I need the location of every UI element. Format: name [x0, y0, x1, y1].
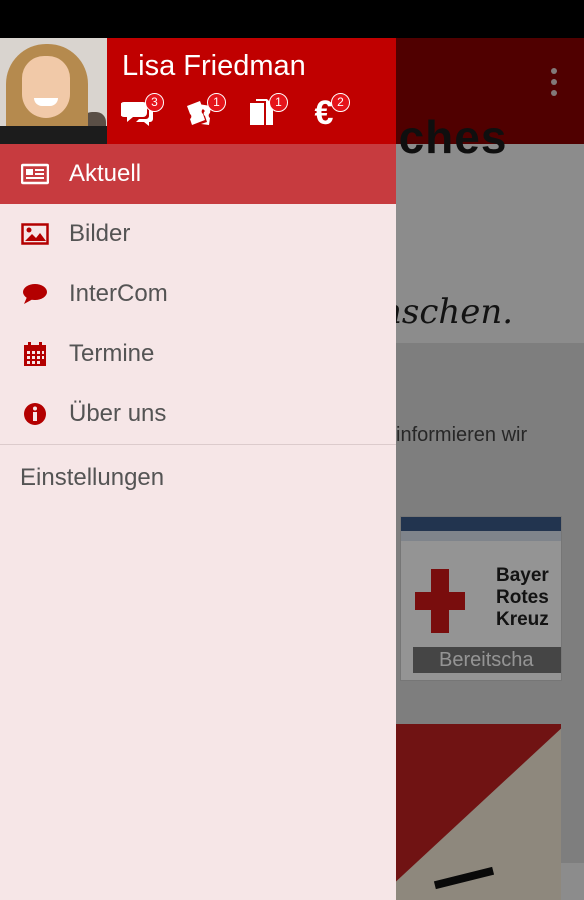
drawer-menu: Aktuell Bilder InterCom Termine Über uns: [0, 144, 396, 511]
status-bar: [0, 0, 584, 38]
menu-item-termine[interactable]: Termine: [0, 324, 396, 384]
newspaper-icon: [21, 160, 49, 188]
counter-row: 3 1 1 € 2: [120, 93, 350, 133]
drawer-header: Lisa Friedman 3 1 1 € 2: [0, 38, 396, 144]
euro-icon[interactable]: € 2: [306, 93, 350, 133]
tickets-icon[interactable]: 1: [182, 93, 226, 133]
user-name[interactable]: Lisa Friedman: [122, 50, 306, 83]
menu-label: Aktuell: [69, 160, 142, 187]
menu-item-bilder[interactable]: Bilder: [0, 204, 396, 264]
tickets-badge: 1: [207, 93, 226, 112]
calendar-icon: [21, 340, 49, 368]
menu-item-ueber-uns[interactable]: Über uns: [0, 384, 396, 444]
documents-badge: 1: [269, 93, 288, 112]
info-icon: [21, 400, 49, 428]
menu-item-aktuell[interactable]: Aktuell: [0, 144, 396, 204]
menu-label: Über uns: [69, 400, 167, 427]
menu-label: InterCom: [69, 280, 168, 307]
menu-label: Bilder: [69, 220, 131, 247]
euro-badge: 2: [331, 93, 350, 112]
documents-icon[interactable]: 1: [244, 93, 288, 133]
picture-icon: [21, 220, 49, 248]
speech-bubble-icon: [21, 280, 49, 308]
menu-item-intercom[interactable]: InterCom: [0, 264, 396, 324]
chat-bubbles-icon[interactable]: 3: [120, 93, 164, 133]
menu-label: Termine: [69, 340, 155, 367]
chat-badge: 3: [145, 93, 164, 112]
avatar[interactable]: [0, 38, 107, 144]
navigation-drawer: Lisa Friedman 3 1 1 € 2 Aktuell Bilder I…: [0, 38, 396, 900]
settings-item[interactable]: Einstellungen: [0, 445, 396, 511]
